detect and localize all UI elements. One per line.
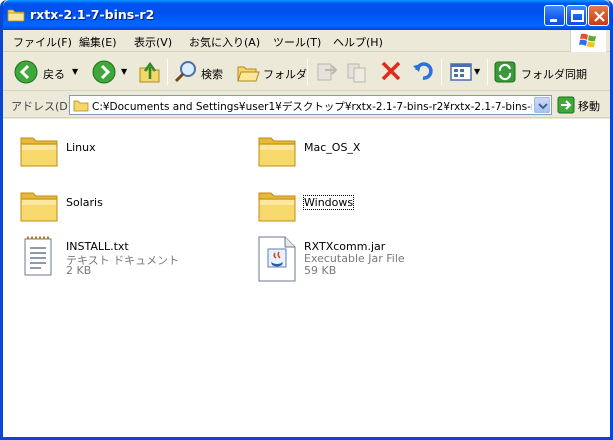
back-dropdown-icon[interactable]: ▼ — [72, 67, 78, 76]
search-button[interactable]: 検索 — [173, 58, 229, 86]
folder-icon — [258, 192, 296, 222]
forward-arrow-icon — [92, 60, 116, 84]
file-item-rxtxcomm-jar[interactable]: RXTXcomm.jar Executable Jar File 59 KB — [257, 235, 437, 283]
address-bar: アドレス(D) C:¥Documents and Settings¥user1¥… — [3, 92, 610, 118]
toolbar-separator — [487, 59, 488, 85]
title-bar[interactable]: rxtx-2.1-7-bins-r2 — [3, 0, 610, 30]
folder-item-solaris[interactable]: Solaris — [19, 187, 159, 235]
views-dropdown-icon[interactable]: ▼ — [474, 67, 480, 76]
menu-edit[interactable]: 編集(E) — [79, 34, 117, 50]
toolbar-separator — [167, 59, 168, 85]
folder-icon — [20, 192, 58, 222]
text-document-icon — [24, 236, 52, 276]
folder-icon — [258, 137, 296, 167]
menu-tools[interactable]: ツール(T) — [273, 34, 321, 50]
explorer-window: rxtx-2.1-7-bins-r2 ファイル(F) 編集(E) 表示(V) お… — [0, 0, 613, 440]
address-dropdown-button[interactable] — [534, 97, 550, 113]
close-icon — [594, 11, 605, 22]
toolbar-separator — [307, 59, 308, 85]
forward-dropdown-icon[interactable]: ▼ — [121, 67, 127, 76]
move-to-button[interactable] — [315, 58, 339, 86]
close-button[interactable] — [588, 5, 609, 26]
move-to-icon — [317, 63, 338, 81]
windows-flag-icon — [579, 33, 596, 48]
folders-button[interactable]: フォルダ — [235, 58, 307, 86]
file-name: Solaris — [66, 196, 103, 209]
folder-sync-button[interactable]: フォルダ同期 — [493, 58, 593, 86]
delete-button[interactable] — [379, 58, 403, 86]
folder-icon — [7, 9, 25, 22]
file-name: Windows — [302, 195, 355, 210]
menu-file[interactable]: ファイル(F) — [13, 34, 72, 50]
folder-item-mac-os-x[interactable]: Mac_OS_X — [257, 132, 397, 180]
copy-to-icon — [347, 63, 366, 83]
jar-file-icon — [258, 236, 296, 282]
search-icon — [174, 61, 196, 83]
search-label: 検索 — [201, 68, 223, 81]
menu-help[interactable]: ヘルプ(H) — [333, 34, 383, 50]
file-size: 59 KB — [304, 264, 337, 277]
go-button[interactable]: 移動 — [556, 96, 610, 114]
menu-view[interactable]: 表示(V) — [134, 34, 172, 50]
back-arrow-icon — [14, 60, 38, 84]
folders-icon — [237, 66, 260, 82]
undo-icon — [413, 62, 433, 80]
windows-logo — [570, 30, 606, 52]
folder-item-linux[interactable]: Linux — [19, 132, 159, 180]
address-field[interactable]: C:¥Documents and Settings¥user1¥デスクトップ¥r… — [69, 95, 552, 115]
menu-favorites[interactable]: お気に入り(A) — [189, 34, 260, 50]
menu-bar: ファイル(F) 編集(E) 表示(V) お気に入り(A) ツール(T) ヘルプ(… — [3, 30, 610, 52]
views-icon — [450, 63, 472, 81]
address-path: C:¥Documents and Settings¥user1¥デスクトップ¥r… — [92, 101, 532, 113]
toolbar: 戻る ▼ ▼ 検索 フォルダ ▼ フォルダ同期 — [3, 53, 610, 91]
sync-icon — [494, 61, 516, 83]
chevron-down-icon — [538, 103, 548, 110]
views-button[interactable]: ▼ — [449, 58, 483, 86]
address-label: アドレス(D) — [11, 100, 73, 113]
folder-item-windows[interactable]: Windows — [257, 187, 397, 235]
window-title: rxtx-2.1-7-bins-r2 — [30, 7, 155, 22]
folders-label: フォルダ — [263, 68, 307, 81]
go-arrow-icon — [557, 96, 575, 114]
maximize-icon — [571, 10, 584, 22]
maximize-button[interactable] — [566, 5, 587, 26]
file-view[interactable]: Linux Mac_OS_X Solaris Windows INSTALL.t… — [3, 119, 610, 437]
file-item-install-txt[interactable]: INSTALL.txt テキスト ドキュメント 2 KB — [19, 235, 199, 283]
back-button[interactable]: 戻る ▼ — [11, 58, 81, 86]
minimize-icon — [550, 19, 557, 22]
up-folder-icon — [139, 61, 160, 83]
back-label: 戻る — [43, 68, 65, 81]
folder-icon — [73, 100, 89, 112]
toolbar-separator — [441, 59, 442, 85]
file-name: Mac_OS_X — [304, 141, 361, 154]
minimize-button[interactable] — [544, 5, 565, 26]
copy-to-button[interactable] — [345, 58, 369, 86]
file-name: Linux — [66, 141, 96, 154]
folder-sync-label: フォルダ同期 — [521, 68, 587, 81]
up-folder-button[interactable] — [137, 58, 163, 86]
folder-icon — [20, 137, 58, 167]
undo-button[interactable] — [411, 58, 435, 86]
go-label: 移動 — [578, 100, 600, 113]
forward-button[interactable]: ▼ — [89, 58, 131, 86]
file-size: 2 KB — [66, 264, 92, 277]
delete-icon — [381, 61, 401, 81]
